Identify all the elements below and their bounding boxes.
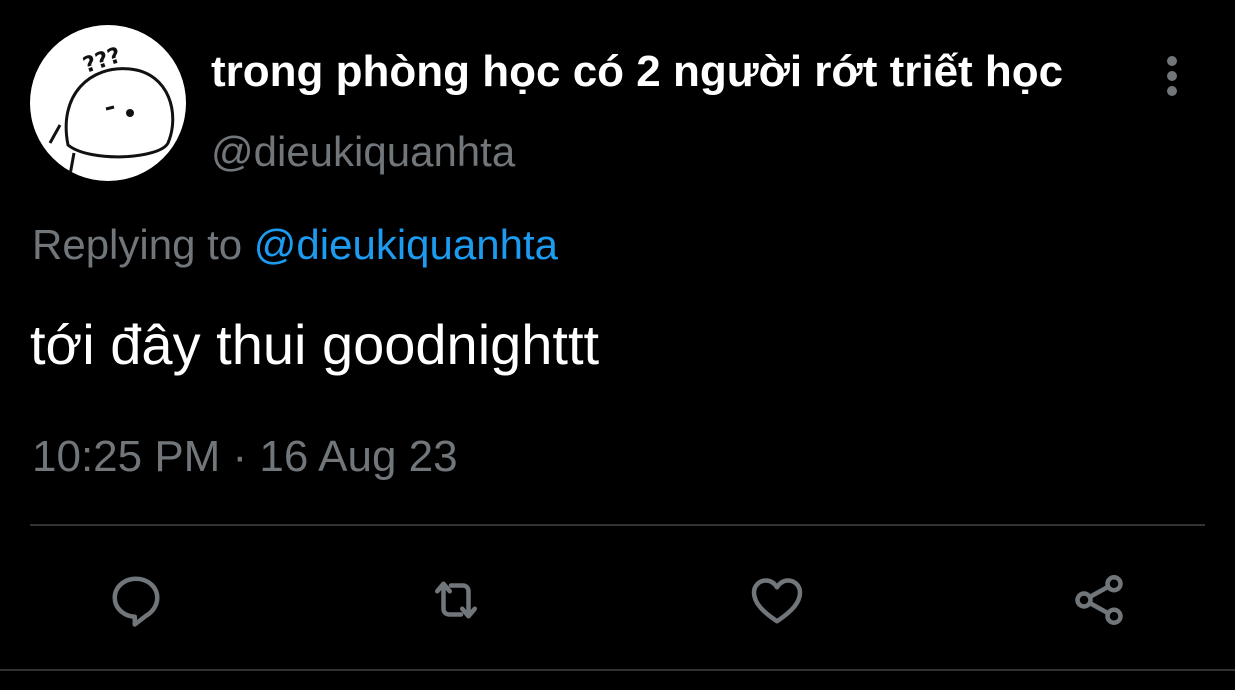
user-handle[interactable]: @dieukiquanhta — [211, 126, 515, 178]
tweet-text: tới đây thui goodnighttt — [30, 313, 600, 376]
heart-icon — [751, 578, 803, 624]
share-icon — [1075, 575, 1123, 625]
retweet-icon — [435, 581, 477, 619]
display-name[interactable]: trong phòng học có 2 người rớt triết học — [211, 44, 1131, 100]
reply-button[interactable] — [104, 568, 168, 632]
bottom-divider — [0, 669, 1235, 671]
like-button[interactable] — [745, 568, 809, 632]
more-vertical-icon — [1167, 56, 1177, 96]
avatar-illustration: ??? — [48, 43, 175, 176]
retweet-button[interactable] — [424, 568, 488, 632]
tweet-timestamp[interactable]: 10:25 PM · 16 Aug 23 — [32, 429, 458, 485]
replying-to-label: Replying to — [32, 221, 243, 268]
replying-to-line: Replying to @dieukiquanhta — [32, 218, 558, 272]
replying-to-mention[interactable]: @dieukiquanhta — [254, 221, 558, 268]
more-options-button[interactable] — [1150, 50, 1194, 102]
share-button[interactable] — [1067, 568, 1131, 632]
reply-icon — [112, 576, 160, 627]
avatar[interactable]: ??? — [30, 25, 186, 181]
divider — [30, 524, 1205, 526]
